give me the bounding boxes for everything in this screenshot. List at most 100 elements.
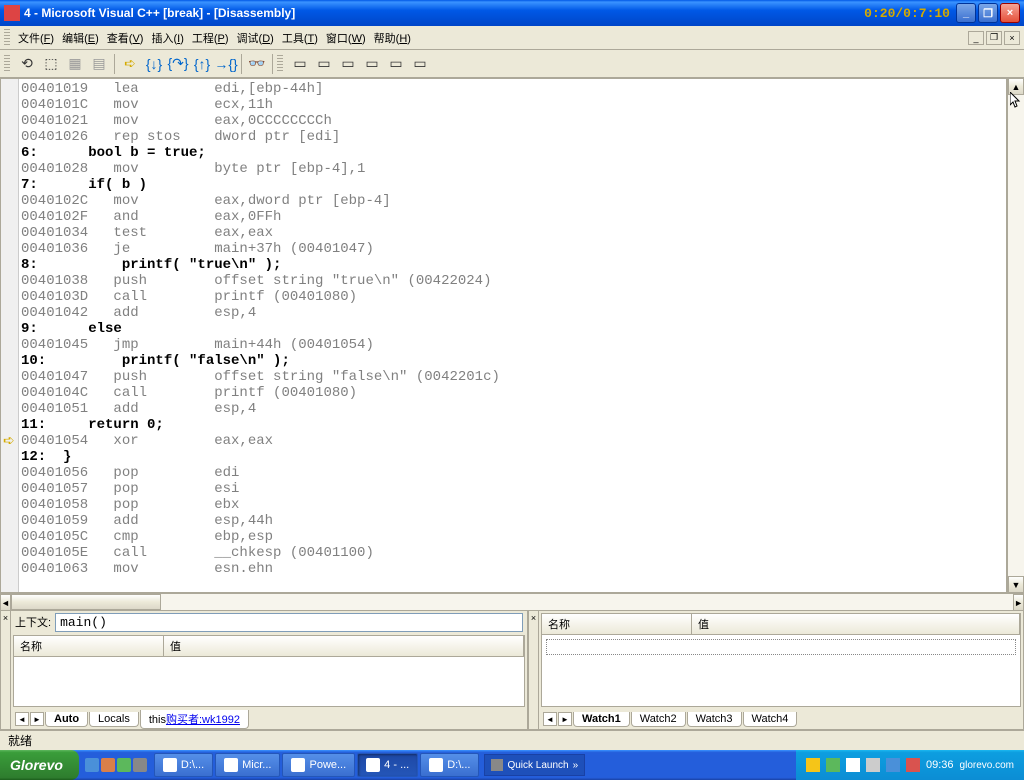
menu-i[interactable]: 插入(I): [147, 28, 187, 48]
gripper[interactable]: [277, 55, 283, 73]
scroll-right-icon[interactable]: ►: [1013, 594, 1024, 611]
asm-line[interactable]: 00401056 pop edi: [21, 465, 1006, 481]
ql-icon[interactable]: [85, 758, 99, 772]
source-line[interactable]: 12: }: [21, 449, 1006, 465]
tab-locals[interactable]: Locals: [89, 712, 139, 727]
clock[interactable]: 09:36: [926, 759, 954, 771]
asm-line[interactable]: 0040101C mov ecx,11h: [21, 97, 1006, 113]
gripper[interactable]: [4, 29, 10, 47]
minimize-button[interactable]: _: [956, 3, 976, 23]
panel-close-icon[interactable]: ×: [529, 611, 539, 729]
gripper[interactable]: [4, 55, 10, 73]
asm-line[interactable]: 0040105E call __chkesp (00401100): [21, 545, 1006, 561]
col-name[interactable]: 名称: [14, 636, 164, 656]
quicklaunch-band[interactable]: Quick Launch »: [484, 754, 585, 776]
asm-line[interactable]: 00401054 xor eax,eax: [21, 433, 1006, 449]
tab-next-icon[interactable]: ►: [558, 712, 572, 726]
ql-icon[interactable]: [133, 758, 147, 772]
ql-icon[interactable]: [117, 758, 131, 772]
mdi-restore[interactable]: ❐: [986, 31, 1002, 45]
asm-line[interactable]: 00401058 pop ebx: [21, 497, 1006, 513]
step-into-icon[interactable]: {↓}: [143, 53, 165, 75]
source-line[interactable]: 6: bool b = true;: [21, 145, 1006, 161]
asm-line[interactable]: 0040105C cmp ebp,esp: [21, 529, 1006, 545]
close-button[interactable]: ×: [1000, 3, 1020, 23]
menu-t[interactable]: 工具(T): [278, 28, 322, 48]
tray-icon[interactable]: [886, 758, 900, 772]
tab-next-icon[interactable]: ►: [30, 712, 44, 726]
col-value[interactable]: 值: [164, 636, 524, 656]
tray-icon[interactable]: [846, 758, 860, 772]
source-line[interactable]: 8: printf( "true\n" );: [21, 257, 1006, 273]
menu-f[interactable]: 文件(F): [14, 28, 58, 48]
col-value[interactable]: 值: [692, 614, 1020, 634]
tab-watch1[interactable]: Watch1: [573, 712, 630, 727]
step-out-icon[interactable]: {↑}: [191, 53, 213, 75]
scroll-up-icon[interactable]: ▲: [1008, 78, 1024, 95]
ql-icon[interactable]: [101, 758, 115, 772]
asm-line[interactable]: 00401045 jmp main+44h (00401054): [21, 337, 1006, 353]
break-icon[interactable]: ▦: [64, 53, 86, 75]
source-line[interactable]: 9: else: [21, 321, 1006, 337]
tab-watch4[interactable]: Watch4: [743, 712, 798, 727]
asm-line[interactable]: 0040104C call printf (00401080): [21, 385, 1006, 401]
source-line[interactable]: 7: if( b ): [21, 177, 1006, 193]
registers-window-icon[interactable]: ▭: [337, 53, 359, 75]
col-name[interactable]: 名称: [542, 614, 692, 634]
menu-w[interactable]: 窗口(W): [322, 28, 370, 48]
callstack-window-icon[interactable]: ▭: [385, 53, 407, 75]
empty-row[interactable]: [546, 639, 1016, 655]
asm-line[interactable]: 00401036 je main+37h (00401047): [21, 241, 1006, 257]
menu-p[interactable]: 工程(P): [188, 28, 233, 48]
maximize-button[interactable]: ❐: [978, 3, 998, 23]
show-next-icon[interactable]: ➪: [119, 53, 141, 75]
tab-prev-icon[interactable]: ◄: [543, 712, 557, 726]
memory-window-icon[interactable]: ▭: [361, 53, 383, 75]
stop-debug-icon[interactable]: ⬚: [40, 53, 62, 75]
asm-line[interactable]: 0040102F and eax,0FFh: [21, 209, 1006, 225]
tab-auto[interactable]: Auto: [45, 712, 88, 727]
taskbar-item[interactable]: Powe...: [282, 753, 355, 777]
watch-window-icon[interactable]: ▭: [289, 53, 311, 75]
tab-this[interactable]: this购买者:wk1992: [140, 710, 249, 729]
mdi-minimize[interactable]: _: [968, 31, 984, 45]
tray-icon[interactable]: [906, 758, 920, 772]
scroll-thumb[interactable]: [11, 594, 161, 610]
tab-prev-icon[interactable]: ◄: [15, 712, 29, 726]
asm-line[interactable]: 00401042 add esp,4: [21, 305, 1006, 321]
ql-app-icon[interactable]: [491, 759, 503, 771]
tray-icon[interactable]: [826, 758, 840, 772]
context-input[interactable]: [55, 613, 523, 632]
taskbar-item[interactable]: D:\...: [154, 753, 213, 777]
tab-watch2[interactable]: Watch2: [631, 712, 686, 727]
scroll-left-icon[interactable]: ◄: [0, 594, 11, 611]
variables-grid[interactable]: 名称 值: [13, 635, 525, 707]
run-to-cursor-icon[interactable]: →{}: [215, 53, 237, 75]
quickwatch-icon[interactable]: 👓: [246, 53, 268, 75]
asm-line[interactable]: 00401047 push offset string "false\n" (0…: [21, 369, 1006, 385]
mdi-close[interactable]: ×: [1004, 31, 1020, 45]
horizontal-scrollbar[interactable]: ◄ ►: [0, 593, 1024, 610]
apply-changes-icon[interactable]: ▤: [88, 53, 110, 75]
asm-line[interactable]: 00401026 rep stos dword ptr [edi]: [21, 129, 1006, 145]
asm-line[interactable]: 0040102C mov eax,dword ptr [ebp-4]: [21, 193, 1006, 209]
menu-d[interactable]: 调试(D): [233, 28, 278, 48]
scroll-down-icon[interactable]: ▼: [1008, 576, 1024, 593]
menu-v[interactable]: 查看(V): [103, 28, 148, 48]
tray-icon[interactable]: [806, 758, 820, 772]
asm-line[interactable]: 00401063 mov esn.ehn: [21, 561, 1006, 577]
panel-close-icon[interactable]: ×: [1, 611, 11, 729]
asm-line[interactable]: 00401038 push offset string "true\n" (00…: [21, 273, 1006, 289]
asm-line[interactable]: 00401028 mov byte ptr [ebp-4],1: [21, 161, 1006, 177]
tray-volume-icon[interactable]: [866, 758, 880, 772]
menu-h[interactable]: 帮助(H): [370, 28, 415, 48]
asm-line[interactable]: 00401021 mov eax,0CCCCCCCCh: [21, 113, 1006, 129]
source-line[interactable]: 10: printf( "false\n" );: [21, 353, 1006, 369]
watermark-link[interactable]: 购买者:wk1992: [166, 714, 240, 726]
asm-line[interactable]: 00401034 test eax,eax: [21, 225, 1006, 241]
taskbar-item[interactable]: 4 - ...: [357, 753, 418, 777]
tab-watch3[interactable]: Watch3: [687, 712, 742, 727]
watch-grid[interactable]: 名称 值: [541, 613, 1021, 707]
asm-line[interactable]: 00401059 add esp,44h: [21, 513, 1006, 529]
disassembly-view[interactable]: ➪ 00401019 lea edi,[ebp-44h]0040101C mov…: [0, 78, 1007, 593]
